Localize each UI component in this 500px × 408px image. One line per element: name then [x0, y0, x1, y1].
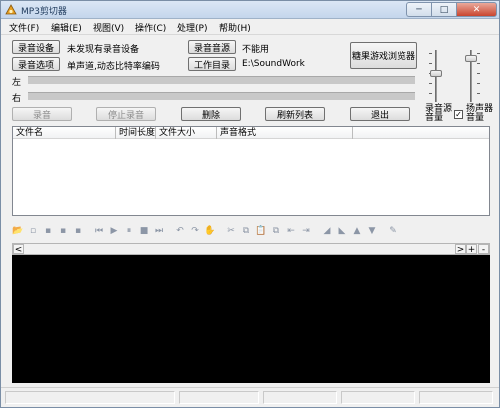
minimize-button[interactable]: ─ [406, 2, 431, 17]
status-bar [1, 387, 499, 407]
candy-browser-button[interactable]: 糖果游戏浏览器 [350, 42, 417, 69]
recording-list[interactable]: 文件名 时间长度 文件大小 声音格式 [12, 126, 490, 216]
speaker-volume-label: 扬声器音量 [466, 104, 494, 123]
waveform-display[interactable] [12, 255, 490, 383]
hand-icon[interactable]: ✋ [204, 225, 216, 237]
mix-icon[interactable]: ⧉ [270, 225, 282, 237]
menu-help[interactable]: 帮助(H) [219, 21, 251, 34]
new-file-icon[interactable]: ▫ [27, 225, 39, 237]
edit-toolbar: 📂 ▫ ▪ ▪ ▪ ⏮ ▶ ⏸ ■ ⏭ ↶ ↷ ✋ ✂ ⧉ 📋 ⧉ ⇤ ⇥ ◢ ◣ ▲ ▼ ✎ [12, 225, 396, 239]
left-channel-meter [28, 76, 415, 84]
save-icon[interactable]: ▪ [42, 225, 54, 237]
paste-icon[interactable]: 📋 [255, 225, 267, 237]
trim-right-icon[interactable]: ⇥ [300, 225, 312, 237]
save-as-icon[interactable]: ▪ [57, 225, 69, 237]
column-filesize[interactable]: 文件大小 [156, 127, 217, 139]
fade-in-icon[interactable]: ◢ [321, 225, 333, 237]
status-pane [179, 391, 259, 404]
menu-process[interactable]: 处理(P) [177, 21, 207, 34]
work-dir-button[interactable]: 工作目录 [188, 57, 236, 71]
menu-file[interactable]: 文件(F) [9, 21, 39, 34]
record-device-status: 未发现有录音设备 [67, 45, 140, 55]
volume-down-icon[interactable]: ▼ [366, 225, 378, 237]
cut-icon[interactable]: ✂ [225, 225, 237, 237]
trim-left-icon[interactable]: ⇤ [285, 225, 297, 237]
menu-bar: 文件(F) 编辑(E) 视图(V) 操作(C) 处理(P) 帮助(H) [1, 19, 499, 35]
list-header: 文件名 时间长度 文件大小 声音格式 [13, 127, 489, 139]
record-button[interactable]: 录音 [12, 107, 72, 121]
record-device-button[interactable]: 录音设备 [12, 40, 60, 54]
scroll-left-button[interactable]: < [13, 244, 24, 255]
pause-icon[interactable]: ⏸ [123, 225, 135, 237]
record-options-button[interactable]: 录音选项 [12, 57, 60, 71]
skip-end-icon[interactable]: ⏭ [153, 225, 165, 237]
record-source-button[interactable]: 录音音源 [188, 40, 236, 54]
volume-up-icon[interactable]: ▲ [351, 225, 363, 237]
copy-icon[interactable]: ⧉ [240, 225, 252, 237]
fade-out-icon[interactable]: ◣ [336, 225, 348, 237]
refresh-list-button[interactable]: 刷新列表 [265, 107, 325, 121]
zoom-in-button[interactable]: + [466, 244, 477, 255]
app-window: MP3剪切器 ─ □ ✕ 文件(F) 编辑(E) 视图(V) 操作(C) 处理(… [0, 0, 500, 408]
scroll-right-button[interactable]: > [455, 244, 466, 255]
right-channel-meter [28, 92, 415, 100]
redo-icon[interactable]: ↷ [189, 225, 201, 237]
app-icon [5, 4, 17, 15]
meter-right-label: 右 [12, 94, 22, 104]
status-pane [419, 391, 493, 404]
delete-button[interactable]: 删除 [181, 107, 241, 121]
close-button[interactable]: ✕ [456, 2, 497, 17]
skip-start-icon[interactable]: ⏮ [93, 225, 105, 237]
exit-button[interactable]: 退出 [350, 107, 410, 121]
export-icon[interactable]: ▪ [72, 225, 84, 237]
waveform-scrollbar[interactable]: < > + - [12, 243, 490, 255]
effects-icon[interactable]: ✎ [387, 225, 399, 237]
column-format[interactable]: 声音格式 [217, 127, 353, 139]
meter-left-label: 左 [12, 78, 22, 88]
menu-view[interactable]: 视图(V) [93, 21, 124, 34]
play-icon[interactable]: ▶ [108, 225, 120, 237]
source-volume-label: 录音源音量 [425, 104, 453, 123]
open-folder-icon[interactable]: 📂 [12, 225, 24, 237]
menu-operate[interactable]: 操作(C) [135, 21, 166, 34]
column-duration[interactable]: 时间长度 [116, 127, 156, 139]
record-options-status: 单声道,动态比特率编码 [67, 62, 160, 72]
undo-icon[interactable]: ↶ [174, 225, 186, 237]
column-filename[interactable]: 文件名 [13, 127, 116, 139]
record-source-status: 不能用 [242, 45, 270, 55]
work-dir-path: E:\SoundWork [242, 59, 305, 69]
maximize-button[interactable]: □ [431, 2, 456, 17]
menu-edit[interactable]: 编辑(E) [51, 21, 82, 34]
stop-icon[interactable]: ■ [138, 225, 150, 237]
zoom-out-button[interactable]: - [478, 244, 489, 255]
status-pane [263, 391, 337, 404]
status-pane [5, 391, 175, 404]
stop-record-button[interactable]: 停止录音 [96, 107, 156, 121]
status-pane [341, 391, 415, 404]
speaker-volume-checkbox[interactable]: ✓ [454, 110, 463, 119]
window-title: MP3剪切器 [21, 7, 67, 17]
title-bar[interactable]: MP3剪切器 ─ □ ✕ [1, 1, 499, 19]
